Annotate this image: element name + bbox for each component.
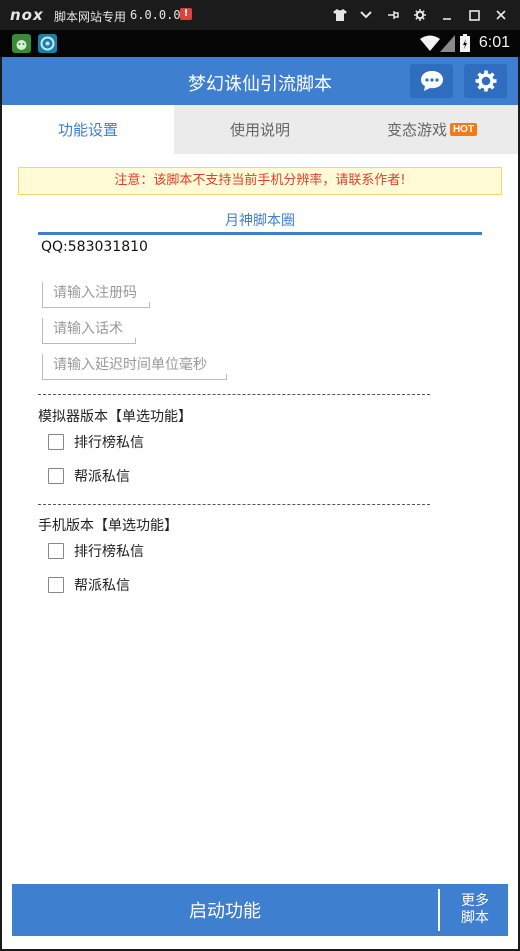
signal-icon — [440, 35, 455, 56]
pin-icon[interactable] — [383, 5, 403, 25]
more-scripts-line2: 脚本 — [461, 910, 489, 926]
clock: 6:01 — [478, 34, 510, 51]
chat-button[interactable] — [410, 64, 453, 98]
script-app-icon — [38, 34, 57, 53]
phone-ranking-pm-checkbox[interactable]: 排行榜私信 — [48, 541, 144, 561]
more-scripts-line1: 更多 — [461, 893, 489, 909]
emulator-window: nox 脚本网站专用 6.0.0.0 ! 6:01 梦幻诛仙引流脚本 功能设置 … — [0, 0, 520, 951]
emulator-title-bar: nox 脚本网站专用 6.0.0.0 ! — [0, 0, 520, 30]
emulator-title: 脚本网站专用 — [54, 10, 127, 24]
phone-guild-pm-checkbox[interactable]: 帮派私信 — [48, 575, 130, 595]
tab-instructions[interactable]: 使用说明 — [174, 105, 346, 154]
chevron-down-icon[interactable] — [356, 5, 376, 25]
app-bar: 梦幻诛仙引流脚本 — [2, 57, 518, 105]
emulator-version-label: 模拟器版本【单选功能】 — [38, 409, 192, 425]
android-app-icon — [12, 34, 31, 53]
chat-icon — [420, 71, 443, 91]
checkbox-box[interactable] — [48, 434, 64, 450]
tab-instructions-label: 使用说明 — [229, 121, 290, 139]
registration-code-input[interactable]: 请输入注册码 — [42, 282, 150, 308]
tab-games[interactable]: 变态游戏 HOT — [346, 105, 518, 154]
tab-settings-label: 功能设置 — [57, 121, 118, 139]
gear-icon — [475, 70, 496, 92]
checkbox-label: 排行榜私信 — [74, 435, 144, 451]
checkbox-label: 帮派私信 — [74, 469, 130, 485]
divider — [438, 889, 440, 931]
more-scripts-button[interactable]: 更多 脚本 — [442, 884, 508, 936]
app-screen: 梦幻诛仙引流脚本 功能设置 使用说明 变态游戏 HOT 注意：该脚本不支持当前手… — [2, 57, 518, 949]
checkbox-label: 帮派私信 — [74, 578, 130, 594]
close-icon[interactable] — [491, 5, 511, 25]
wifi-icon — [420, 35, 440, 56]
battery-icon — [460, 34, 470, 56]
resolution-notice: 注意：该脚本不支持当前手机分辨率，请联系作者! — [18, 167, 502, 195]
shirt-icon[interactable] — [330, 5, 350, 25]
bottom-action-bar: 启动功能 更多 脚本 — [12, 884, 508, 936]
emulator-guild-pm-checkbox[interactable]: 帮派私信 — [48, 466, 130, 486]
minimize-icon[interactable] — [437, 5, 457, 25]
checkbox-box[interactable] — [48, 468, 64, 484]
hot-badge: HOT — [449, 123, 478, 136]
tab-bar: 功能设置 使用说明 变态游戏 HOT — [2, 105, 518, 154]
settings-button[interactable] — [464, 64, 507, 98]
tab-settings[interactable]: 功能设置 — [2, 105, 174, 154]
gear-icon[interactable] — [410, 5, 430, 25]
emulator-version: 6.0.0.0 — [130, 8, 181, 22]
start-button[interactable]: 启动功能 — [12, 884, 438, 936]
nox-logo: nox — [10, 6, 44, 24]
maximize-icon[interactable] — [464, 5, 484, 25]
checkbox-box[interactable] — [48, 577, 64, 593]
section-title: 月神脚本圈 — [38, 207, 482, 235]
delay-input[interactable]: 请输入延迟时间单位毫秒 — [42, 354, 227, 380]
qq-contact: QQ:583031810 — [41, 239, 148, 255]
script-text-input[interactable]: 请输入话术 — [42, 318, 136, 344]
checkbox-box[interactable] — [48, 543, 64, 559]
alert-icon[interactable]: ! — [180, 8, 192, 20]
phone-version-label: 手机版本【单选功能】 — [38, 518, 178, 534]
android-status-bar: 6:01 — [0, 30, 520, 57]
emulator-ranking-pm-checkbox[interactable]: 排行榜私信 — [48, 432, 144, 452]
checkbox-label: 排行榜私信 — [74, 544, 144, 560]
divider — [38, 394, 430, 395]
tab-games-label: 变态游戏 — [386, 121, 447, 139]
divider — [38, 504, 430, 505]
